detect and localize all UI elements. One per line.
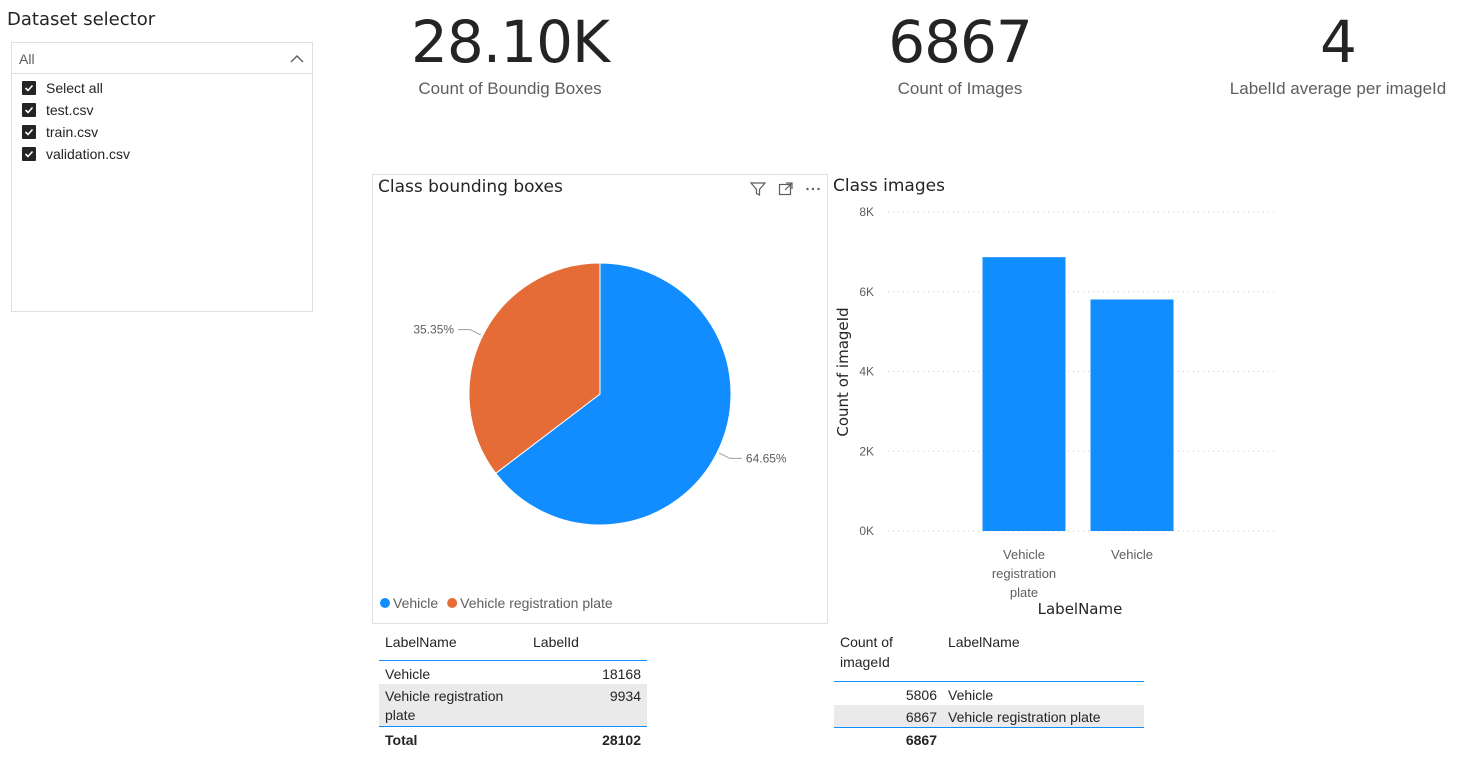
checkbox-checked-icon[interactable] [22, 81, 36, 95]
slicer-item-label: train.csv [46, 124, 99, 140]
kpi-images-value: 6867 [888, 8, 1033, 76]
table-row[interactable]: 5806 Vehicle [834, 683, 1144, 705]
x-tick-label: Vehicle [1111, 547, 1153, 562]
x-tick-label: registration [992, 566, 1056, 581]
slicer-item-label: Select all [46, 80, 103, 96]
slicer-dropdown[interactable]: All [12, 43, 312, 74]
table-row[interactable]: Vehicle 18168 [379, 662, 647, 684]
x-tick-label: Vehicle [1003, 547, 1045, 562]
chevron-up-icon[interactable] [289, 51, 305, 67]
row-labelname: Vehicle [948, 687, 994, 703]
label-id-table: LabelName LabelId Vehicle 18168 Vehicle … [379, 628, 647, 750]
slicer-item-validation-csv[interactable]: validation.csv [22, 144, 130, 164]
slicer-item-train-csv[interactable]: train.csv [22, 122, 98, 142]
table-total-divider [834, 727, 1144, 728]
table-header-divider [834, 681, 1144, 682]
slicer-dropdown-value: All [19, 51, 35, 67]
table-row[interactable]: Vehicle registration plate 9934 [379, 684, 647, 726]
bar-vehicle [1090, 299, 1174, 531]
x-axis-title: LabelName [1038, 600, 1123, 618]
slicer-item-select-all[interactable]: Select all [22, 78, 103, 98]
legend-marker [447, 598, 458, 608]
row-labelname: Vehicle [385, 666, 431, 682]
table-header-count-of[interactable]: Count of [840, 634, 893, 650]
legend-marker [380, 598, 390, 608]
table-header-labelid[interactable]: LabelId [533, 634, 579, 650]
bar-chart: 0K 2K 4K 6K 8K Vehicle registration plate Vehicl… [834, 205, 1278, 618]
legend-label: Vehicle [393, 595, 438, 611]
y-tick-label: 2K [859, 444, 874, 458]
pie-chart: 64.65% 35.35% Vehicle Vehicle registration … [380, 262, 787, 611]
row-labelid: 18168 [602, 666, 641, 682]
pie-leader-line [458, 329, 482, 336]
pie-leader-line [718, 452, 742, 459]
y-axis-title: Count of imageId [834, 307, 852, 436]
checkbox-checked-icon[interactable] [22, 147, 36, 161]
row-labelid: 9934 [609, 688, 641, 704]
row-labelname-continued: plate [385, 707, 416, 723]
table-header-imageid[interactable]: imageId [840, 654, 890, 670]
slicer-item-test-csv[interactable]: test.csv [22, 100, 93, 120]
slicer-item-label: validation.csv [46, 146, 131, 162]
pie-chart-visual[interactable]: Class bounding boxes 64.65% 35.35% Vehicle… [372, 174, 828, 624]
checkbox-checked-icon[interactable] [22, 103, 36, 117]
table-row[interactable]: 6867 Vehicle registration plate [834, 705, 1144, 727]
bar-chart-title: Class images [833, 176, 945, 196]
row-labelname: Vehicle registration plate [948, 709, 1101, 725]
y-tick-label: 4K [859, 365, 874, 379]
checkbox-checked-icon[interactable] [22, 125, 36, 139]
kpi-images-label: Count of Images [897, 79, 1023, 98]
pie-data-label: 35.35% [413, 323, 454, 337]
y-tick-label: 0K [859, 524, 874, 538]
pie-data-label: 64.65% [746, 451, 787, 465]
table-header-labelname[interactable]: LabelName [948, 634, 1020, 650]
slicer-item-label: test.csv [46, 102, 94, 118]
y-tick-label: 6K [859, 285, 874, 299]
kpi-bounding-boxes-value: 28.10K [410, 8, 610, 76]
kpi-labelid-average-label: LabelId average per imageId [1229, 79, 1447, 98]
kpi-labelid-average-value: 4 [1320, 8, 1357, 76]
y-tick-label: 8K [859, 205, 874, 219]
kpi-bounding-boxes-label: Count of Boundig Boxes [418, 79, 602, 98]
table-header-divider [379, 660, 647, 661]
table-total-label: Total [385, 732, 418, 748]
row-count: 5806 [905, 687, 937, 703]
image-count-table: Count of imageId LabelName 5806 Vehicle … [834, 628, 1144, 750]
row-count: 6867 [905, 709, 937, 725]
table-header-labelname[interactable]: LabelName [385, 634, 457, 650]
legend-label: Vehicle registration plate [460, 595, 613, 611]
row-labelname: Vehicle registration [385, 688, 504, 704]
table-total-value: 6867 [905, 732, 937, 748]
table-total-value: 28102 [602, 732, 641, 748]
table-total-divider [379, 726, 647, 727]
bar-vehicle-registration-plate [982, 257, 1066, 531]
slicer-title: Dataset selector [7, 9, 156, 30]
dataset-slicer: All Select all test.csv train.csv valida… [11, 42, 313, 312]
x-tick-label: plate [1010, 585, 1038, 600]
